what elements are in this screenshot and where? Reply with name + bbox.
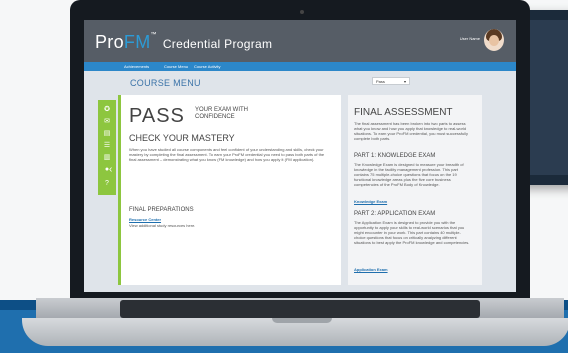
app-header: ProFM™ Credential Program User Name <box>84 20 516 62</box>
nav-item-achievements[interactable]: Achievements <box>124 64 149 69</box>
chat-icon[interactable]: ✉ <box>102 116 112 126</box>
resource-center-link[interactable]: Resource Center <box>129 217 161 222</box>
part1-text: The Knowledge Exam is designed to measur… <box>354 162 464 187</box>
user-name[interactable]: User Name <box>460 36 480 41</box>
course-select-value: Pass <box>376 79 385 84</box>
camera-icon <box>300 10 304 14</box>
course-select[interactable]: Pass ▾ <box>372 77 410 85</box>
brand-trademark: ™ <box>150 32 157 38</box>
nav-item-course-menu[interactable]: Course Menu <box>164 64 188 69</box>
laptop-lid: ProFM™ Credential Program User Name Achie… <box>70 0 530 298</box>
award-icon[interactable]: ✪ <box>102 104 112 114</box>
brand-pro: Pro <box>95 32 124 52</box>
avatar[interactable] <box>484 29 504 51</box>
final-preparations-heading: FINAL PREPARATIONS <box>129 207 194 213</box>
part1-heading: PART 1: KNOWLEDGE EXAM <box>354 153 436 159</box>
resource-center-text: View additional study resources here. <box>129 223 196 228</box>
book-icon[interactable]: ▤ <box>102 128 112 138</box>
main-nav: Achievements Course Menu Course Activity <box>84 62 516 71</box>
knowledge-exam-link[interactable]: Knowledge Exam <box>354 199 387 204</box>
help-icon[interactable]: ? <box>102 178 112 188</box>
brand-fm: FM <box>123 32 151 52</box>
check-mastery-heading: CHECK YOUR MASTERY <box>129 133 235 143</box>
part2-text: The Application Exam is designed to prov… <box>354 220 470 245</box>
final-assessment-heading: FINAL ASSESSMENT <box>354 107 453 118</box>
laptop-screen: ProFM™ Credential Program User Name Achie… <box>84 20 516 292</box>
chevron-down-icon: ▾ <box>403 79 406 84</box>
laptop-keyboard <box>120 300 480 318</box>
final-assessment-text: The final assessment has been broken int… <box>354 121 468 141</box>
final-assessment-panel: FINAL ASSESSMENT The final assessment ha… <box>348 95 482 285</box>
laptop-base <box>22 318 568 346</box>
brand-logo[interactable]: ProFM™ Credential Program <box>95 32 272 53</box>
nav-item-course-activity[interactable]: Course Activity <box>194 64 220 69</box>
main-content: COURSE MENU Pass ▾ ‹ PASS YOUR EXAM WITH… <box>109 71 516 292</box>
chart-icon[interactable]: ▥ <box>102 152 112 162</box>
brand-subtitle: Credential Program <box>162 37 273 51</box>
part2-heading: PART 2: APPLICATION EXAM <box>354 211 436 217</box>
application-exam-link[interactable]: Application Exam <box>354 267 388 272</box>
pass-subtitle: YOUR EXAM WITH CONFIDENCE <box>195 107 249 120</box>
page-title: COURSE MENU <box>130 78 201 88</box>
check-mastery-text: When you have studied all course compone… <box>129 147 325 162</box>
laptop-base-notch <box>272 318 332 323</box>
pass-title: PASS <box>129 105 185 127</box>
sidebar: ✪ ✉ ▤ ☰ ▥ ● ? <box>98 100 116 195</box>
laptop-mockup-scene: Pr ProFM™Credential Program User Name Ac… <box>0 0 568 353</box>
pass-header: PASS YOUR EXAM WITH CONFIDENCE <box>129 105 248 128</box>
document-icon[interactable]: ☰ <box>102 140 112 150</box>
pass-panel: ‹ PASS YOUR EXAM WITH CONFIDENCE CHECK Y… <box>109 95 341 285</box>
chevron-left-icon[interactable]: ‹ <box>109 165 119 175</box>
